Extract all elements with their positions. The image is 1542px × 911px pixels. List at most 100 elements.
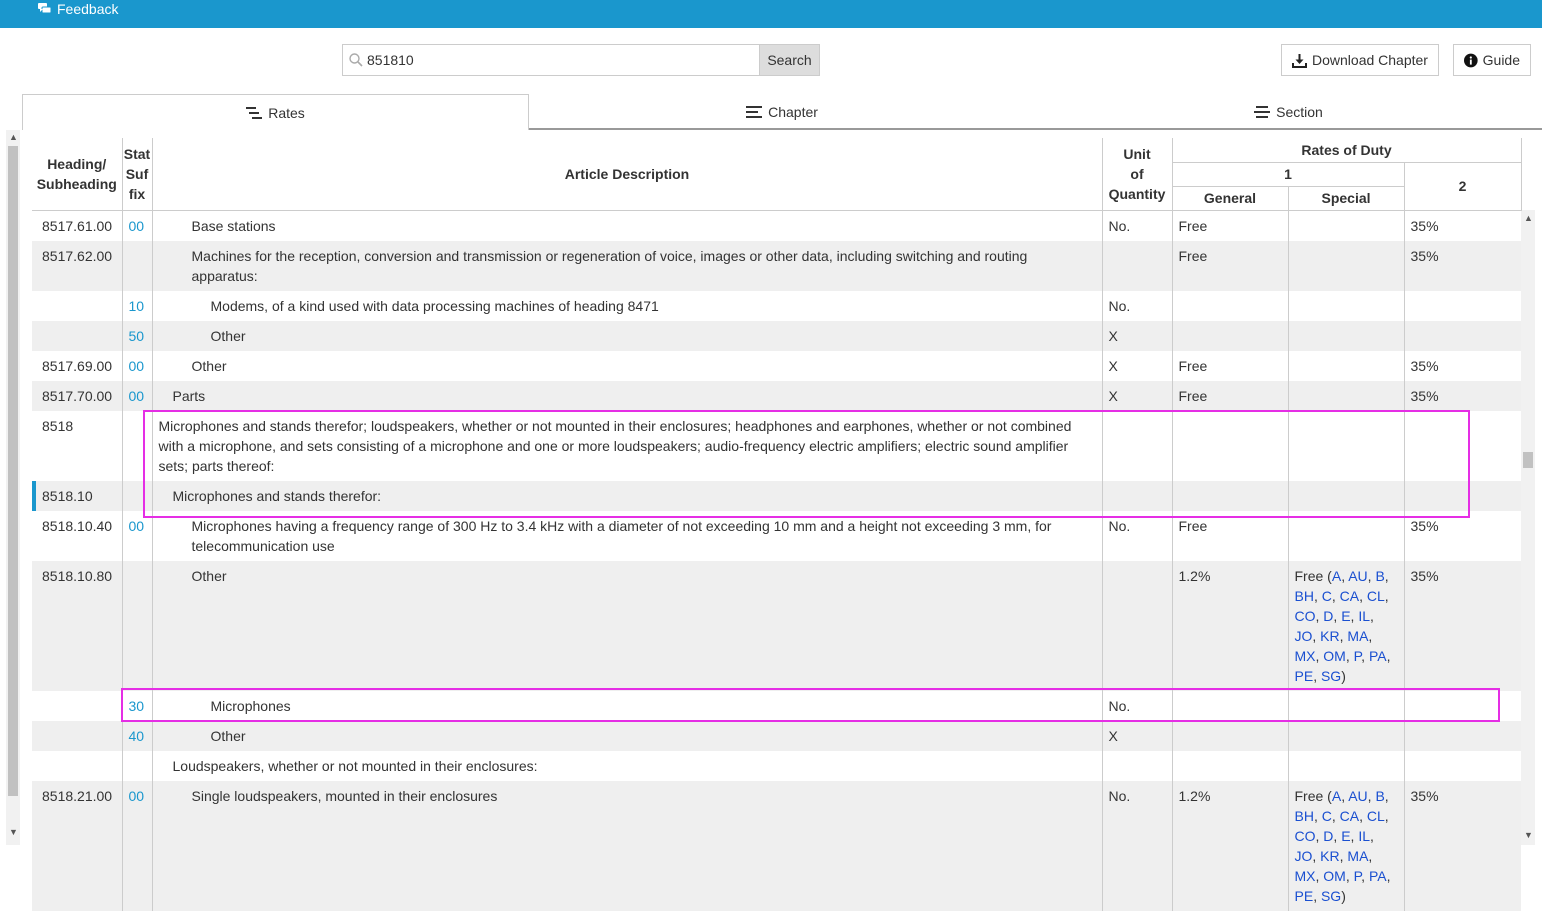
special-program-link[interactable]: C [1322, 588, 1332, 604]
heading-cell [32, 290, 123, 321]
special-program-link[interactable]: OM [1323, 648, 1346, 664]
description-cell: Parts [152, 380, 1103, 411]
column-2-rate-cell: 35% [1410, 217, 1439, 234]
unit-cell [1102, 750, 1173, 781]
special-rate-cell [1288, 690, 1405, 721]
special-program-link[interactable]: BH [1295, 588, 1314, 604]
guide-button[interactable]: Guide [1453, 44, 1531, 76]
stat-suffix-cell[interactable]: 00 [122, 350, 153, 381]
heading-cell: 8518.10.80 [32, 560, 123, 691]
stat-suffix-cell[interactable]: 00 [122, 780, 153, 911]
special-program-link[interactable]: PE [1295, 668, 1314, 684]
unit-cell: No. [1102, 210, 1173, 241]
special-program-link[interactable]: JO [1295, 848, 1313, 864]
special-program-link[interactable]: E [1341, 828, 1350, 844]
special-program-link[interactable]: AU [1348, 788, 1367, 804]
stat-suffix-cell[interactable]: 00 [122, 210, 153, 241]
stat-suffix-cell [122, 560, 153, 691]
heading-cell: 8517.70.00 [32, 380, 123, 411]
stat-suffix-cell[interactable]: 40 [122, 720, 153, 751]
general-rate-cell [1172, 480, 1289, 511]
heading-cell: 8517.62.00 [32, 240, 123, 291]
special-program-link[interactable]: CO [1295, 828, 1316, 844]
heading-cell: 8518.10 [32, 480, 123, 511]
special-program-link[interactable]: MX [1295, 868, 1316, 884]
stat-suffix-cell[interactable]: 00 [122, 380, 153, 411]
heading-cell: 8517.69.00 [32, 350, 123, 381]
special-program-link[interactable]: MX [1295, 648, 1316, 664]
table-scrollbar[interactable]: ▲ ▼ [1521, 210, 1535, 845]
special-program-link[interactable]: B [1375, 788, 1384, 804]
special-program-link[interactable]: PE [1295, 888, 1314, 904]
description-cell: Modems, of a kind used with data process… [152, 290, 1103, 321]
column-2-rate-cell: 35% [1410, 517, 1439, 534]
stat-suffix-cell[interactable]: 00 [122, 510, 153, 561]
special-program-link[interactable]: IL [1358, 608, 1370, 624]
description-cell: Other [152, 720, 1103, 751]
special-rate-cell [1288, 750, 1405, 781]
left-scrollbar-thumb[interactable] [8, 146, 18, 796]
header-unit: Unit of Quantity [1102, 138, 1173, 211]
stat-suffix-cell[interactable]: 50 [122, 320, 153, 351]
special-program-link[interactable]: CL [1367, 808, 1385, 824]
description-cell: Microphones and stands therefor; loudspe… [152, 410, 1103, 481]
stat-suffix-cell[interactable]: 10 [122, 290, 153, 321]
special-program-link[interactable]: JO [1295, 628, 1313, 644]
special-program-link[interactable]: E [1341, 608, 1350, 624]
special-program-link[interactable]: B [1375, 568, 1384, 584]
table-scrollbar-thumb[interactable] [1523, 452, 1533, 468]
download-chapter-button[interactable]: Download Chapter [1281, 44, 1439, 76]
special-program-link[interactable]: SG [1321, 888, 1341, 904]
table-row: 8517.62.00 Machines for the reception, co… [32, 240, 1522, 291]
special-program-link[interactable]: D [1323, 608, 1333, 624]
table-row: 8518.10.40 00 Microphones having a frequen… [32, 510, 1521, 561]
special-program-link[interactable]: P [1354, 648, 1362, 664]
special-program-link[interactable]: PA [1369, 868, 1387, 884]
tab-rates[interactable]: Rates [22, 94, 529, 130]
special-program-link[interactable]: MA [1347, 628, 1368, 644]
column-2-rate-cell: 35% [1404, 780, 1522, 911]
general-rate-cell [1172, 320, 1289, 351]
special-program-link[interactable]: MA [1347, 848, 1368, 864]
table-row: 8518.10 Microphones and stands therefor: [32, 480, 1522, 511]
header-special: Special [1288, 186, 1405, 211]
special-program-link[interactable]: IL [1358, 828, 1370, 844]
special-program-link[interactable]: P [1354, 868, 1362, 884]
scroll-down-arrow-icon[interactable]: ▼ [9, 827, 18, 837]
column-2-rate-cell: 35% [1404, 240, 1522, 291]
special-rate-cell [1288, 290, 1405, 321]
special-program-link[interactable]: BH [1295, 808, 1314, 824]
left-scrollbar[interactable]: ▲ ▼ [6, 130, 20, 845]
special-program-link[interactable]: CA [1340, 808, 1359, 824]
special-program-link[interactable]: D [1323, 828, 1333, 844]
special-program-link[interactable]: OM [1323, 868, 1346, 884]
special-program-link[interactable]: PA [1369, 648, 1387, 664]
special-program-link[interactable]: AU [1348, 568, 1367, 584]
special-program-link[interactable]: A [1332, 788, 1341, 804]
table-row: 8518.21.00 00 Single loudspeakers, mounted… [32, 780, 1522, 911]
special-program-link[interactable]: KR [1320, 628, 1339, 644]
special-rate-cell [1288, 240, 1405, 291]
table-row: 8518 Microphones and stands therefor; lou… [32, 410, 1521, 481]
scroll-up-arrow-icon[interactable]: ▲ [9, 132, 18, 142]
special-program-link[interactable]: C [1322, 808, 1332, 824]
special-program-link[interactable]: A [1332, 568, 1341, 584]
special-program-link[interactable]: CO [1295, 608, 1316, 624]
header-general: General [1172, 186, 1289, 211]
special-program-link[interactable]: CL [1367, 588, 1385, 604]
tab-section[interactable]: Section [1035, 94, 1542, 129]
heading-cell: 8518.10.40 [32, 510, 123, 561]
table-row: 10 Modems, of a kind used with data proce… [32, 290, 1521, 321]
search-input[interactable] [367, 45, 757, 75]
special-program-link[interactable]: KR [1320, 848, 1339, 864]
table-scroll-down-arrow-icon[interactable]: ▼ [1524, 830, 1533, 840]
tab-chapter[interactable]: Chapter [529, 94, 1035, 129]
feedback-link[interactable]: Feedback [38, 1, 118, 17]
stat-suffix-cell[interactable]: 30 [122, 690, 153, 721]
menu-icon [746, 105, 763, 118]
special-program-link[interactable]: SG [1321, 668, 1341, 684]
table-scroll-up-arrow-icon[interactable]: ▲ [1524, 213, 1533, 223]
special-program-link[interactable]: CA [1340, 588, 1359, 604]
search-button[interactable]: Search [759, 45, 819, 75]
tab-section-label: Section [1276, 103, 1323, 120]
